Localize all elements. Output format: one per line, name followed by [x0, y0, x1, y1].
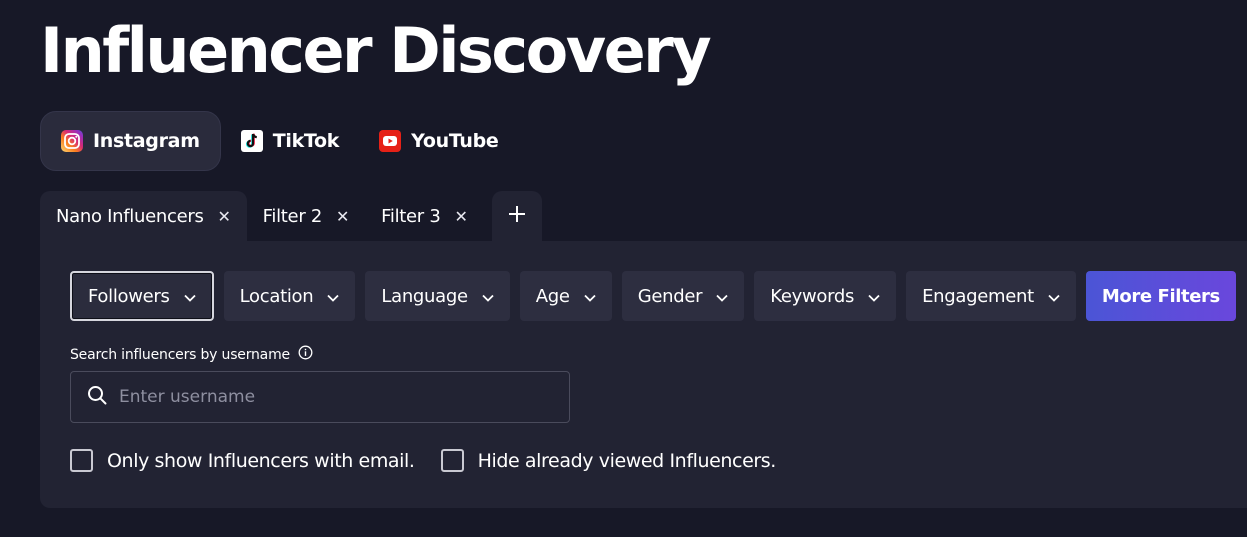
username-search-input[interactable]	[119, 387, 539, 407]
tab-label: Filter 3	[381, 205, 441, 227]
add-tab-button[interactable]	[491, 191, 542, 241]
chevron-down-icon	[716, 286, 728, 307]
close-icon[interactable]: ✕	[336, 207, 349, 226]
filter-language-dropdown[interactable]: Language	[365, 271, 510, 321]
filter-label: Gender	[637, 285, 703, 307]
search-field	[70, 371, 570, 423]
info-icon[interactable]	[298, 345, 313, 364]
filter-keywords-dropdown[interactable]: Keywords	[754, 271, 897, 321]
search-label: Search influencers by username	[70, 345, 313, 364]
options-row: Only show Influencers with email. Hide a…	[70, 449, 802, 472]
close-icon[interactable]: ✕	[218, 207, 231, 226]
platform-label-instagram: Instagram	[93, 130, 200, 152]
checkbox-label: Hide already viewed Influencers.	[477, 449, 777, 472]
chevron-down-icon	[482, 286, 494, 307]
instagram-icon	[61, 130, 83, 152]
filter-engagement-dropdown[interactable]: Engagement	[906, 271, 1076, 321]
close-icon[interactable]: ✕	[454, 207, 467, 226]
filter-tabs: Nano Influencers ✕ Filter 2 ✕ Filter 3 ✕	[40, 191, 542, 241]
filter-label: Followers	[88, 285, 170, 307]
tiktok-icon	[240, 130, 263, 152]
platform-switcher: Instagram TikTok YouTube	[40, 111, 519, 171]
filter-panel: Followers Location Language Age Gender K…	[40, 241, 1247, 508]
platform-tab-instagram[interactable]: Instagram	[40, 111, 221, 171]
tab-filter-3[interactable]: Filter 3 ✕	[365, 191, 483, 241]
tab-nano-influencers[interactable]: Nano Influencers ✕	[40, 191, 247, 241]
email-only-checkbox[interactable]: Only show Influencers with email.	[70, 449, 415, 472]
platform-tab-tiktok[interactable]: TikTok	[221, 111, 359, 171]
plus-icon	[508, 205, 526, 227]
filter-age-dropdown[interactable]: Age	[519, 271, 612, 321]
filter-label: Engagement	[922, 285, 1034, 307]
chevron-down-icon	[868, 286, 880, 307]
filter-label: Age	[535, 285, 570, 307]
platform-label-youtube: YouTube	[411, 130, 499, 152]
hide-viewed-checkbox[interactable]: Hide already viewed Influencers.	[440, 449, 777, 472]
checkbox-label: Only show Influencers with email.	[107, 449, 415, 472]
chevron-down-icon	[584, 286, 596, 307]
filter-label: Keywords	[770, 285, 855, 307]
page: Influencer Discovery Instagram TikTok Yo…	[0, 0, 1247, 537]
filter-gender-dropdown[interactable]: Gender	[621, 271, 745, 321]
filter-bar: Followers Location Language Age Gender K…	[70, 271, 1236, 321]
tab-label: Filter 2	[262, 205, 323, 227]
chevron-down-icon	[327, 286, 339, 307]
checkbox[interactable]	[440, 449, 464, 472]
filter-label: Language	[381, 285, 468, 307]
page-title: Influencer Discovery	[40, 14, 712, 87]
platform-label-tiktok: TikTok	[272, 130, 340, 152]
search-icon	[87, 385, 107, 409]
more-filters-button[interactable]: More Filters	[1085, 271, 1236, 321]
chevron-down-icon	[183, 286, 196, 307]
platform-tab-youtube[interactable]: YouTube	[359, 111, 518, 171]
filter-location-dropdown[interactable]: Location	[223, 271, 356, 321]
tab-label: Nano Influencers	[56, 205, 204, 227]
filter-followers-dropdown[interactable]: Followers	[70, 271, 214, 321]
filter-label: Location	[239, 285, 314, 307]
tab-filter-2[interactable]: Filter 2 ✕	[247, 191, 365, 241]
chevron-down-icon	[1048, 286, 1060, 307]
search-label-text: Search influencers by username	[70, 346, 290, 363]
youtube-icon	[379, 130, 402, 152]
checkbox[interactable]	[70, 449, 93, 472]
